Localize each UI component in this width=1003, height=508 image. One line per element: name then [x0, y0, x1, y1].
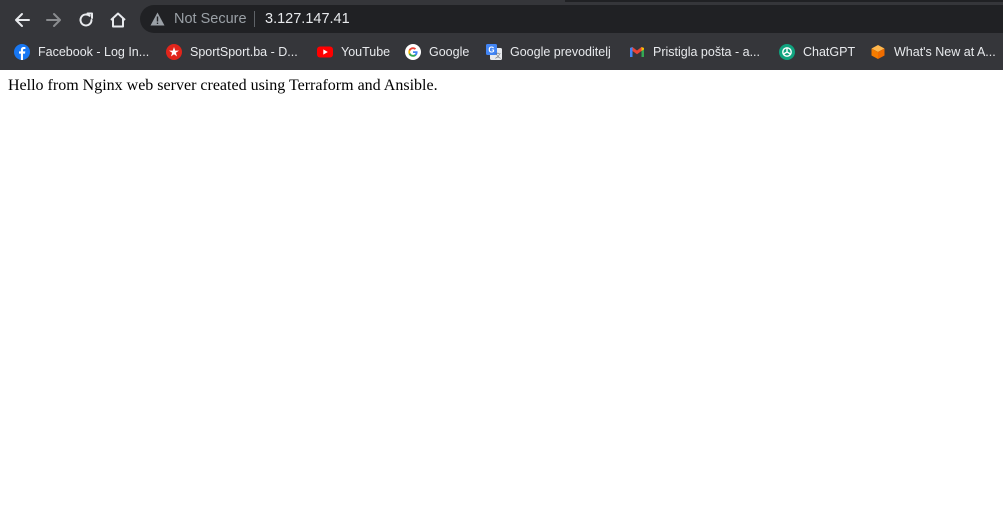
- url-text[interactable]: 3.127.147.41: [265, 11, 350, 27]
- reload-icon: [79, 12, 93, 27]
- page-body-text: Hello from Nginx web server created usin…: [8, 77, 438, 94]
- security-status-label[interactable]: Not Secure: [174, 11, 247, 27]
- arrow-right-icon: [46, 13, 61, 27]
- bookmark-youtube[interactable]: YouTube: [317, 40, 390, 64]
- forward-button[interactable]: [41, 7, 67, 33]
- sportsport-icon: [166, 44, 182, 60]
- bookmark-label: Google prevoditelj: [510, 45, 611, 59]
- bookmark-label: Facebook - Log In...: [38, 45, 150, 59]
- browser-toolbar: Not Secure 3.127.147.41 Facebook - Log I…: [0, 0, 1003, 70]
- bookmark-google[interactable]: Google: [405, 40, 469, 64]
- address-bar[interactable]: Not Secure 3.127.147.41: [140, 5, 1003, 33]
- bookmark-label: Pristigla pošta - a...: [653, 45, 760, 59]
- bookmark-label: SportSport.ba - D...: [190, 45, 298, 59]
- aws-cube-icon: [870, 44, 886, 60]
- bookmark-aws[interactable]: What's New at A...: [870, 40, 996, 64]
- bookmark-google-translate[interactable]: G文 Google prevoditelj: [486, 40, 611, 64]
- bookmark-label: Google: [429, 45, 470, 59]
- bookmark-gmail[interactable]: Pristigla pošta - a...: [629, 40, 760, 64]
- gmail-icon: [629, 44, 645, 60]
- bookmark-label: YouTube: [341, 45, 391, 59]
- back-button[interactable]: [9, 7, 35, 33]
- home-icon: [110, 12, 126, 28]
- svg-text:G: G: [488, 46, 494, 55]
- bookmark-label: What's New at A...: [894, 45, 996, 59]
- chatgpt-icon: [779, 44, 795, 60]
- bookmark-label: ChatGPT: [803, 45, 856, 59]
- warning-triangle-icon[interactable]: [150, 12, 165, 26]
- bookmark-sportsport[interactable]: SportSport.ba - D...: [166, 40, 298, 64]
- tab-strip: [0, 0, 1003, 2]
- bookmark-facebook[interactable]: Facebook - Log In...: [14, 40, 149, 64]
- youtube-icon: [317, 44, 333, 60]
- google-icon: [405, 44, 421, 60]
- google-translate-icon: G文: [486, 44, 502, 60]
- page-viewport: Hello from Nginx web server created usin…: [0, 70, 1003, 508]
- active-tab-edge: [0, 0, 565, 2]
- reload-button[interactable]: [73, 7, 99, 33]
- bookmarks-bar: Facebook - Log In... SportSport.ba - D..…: [0, 38, 1003, 66]
- omnibox-divider: [254, 11, 255, 27]
- svg-text:文: 文: [495, 52, 501, 60]
- bookmark-chatgpt[interactable]: ChatGPT: [779, 40, 855, 64]
- arrow-left-icon: [15, 13, 30, 27]
- home-button[interactable]: [105, 7, 131, 33]
- facebook-icon: [14, 44, 30, 60]
